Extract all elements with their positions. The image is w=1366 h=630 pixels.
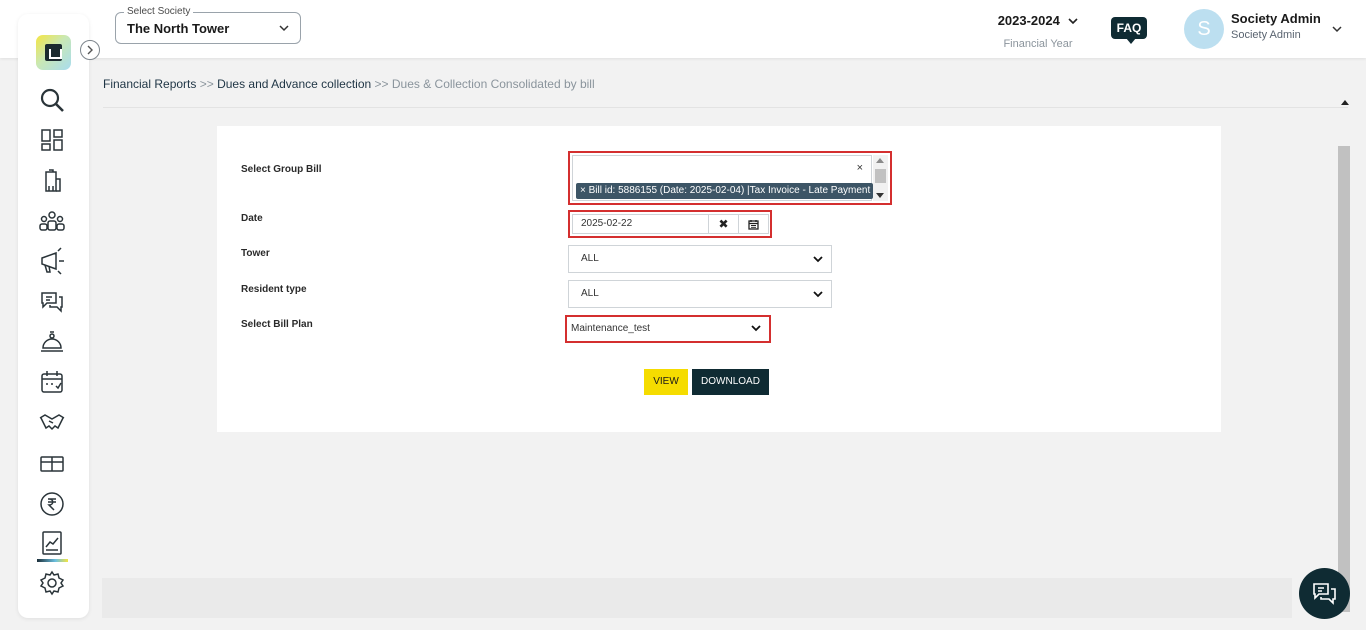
scroll-down-icon[interactable]	[876, 193, 884, 198]
gift-icon[interactable]	[38, 448, 66, 476]
chat-icon	[1313, 583, 1336, 605]
tower-select[interactable]: ALL	[568, 245, 832, 273]
clear-date-icon[interactable]: ✖	[708, 214, 739, 234]
financial-year-label: Financial Year	[1003, 38, 1073, 50]
footer-area	[102, 578, 1292, 618]
breadcrumb-current: Dues & Collection Consolidated by bill	[391, 77, 595, 91]
megaphone-icon[interactable]	[38, 247, 66, 275]
user-role: Society Admin	[1231, 29, 1301, 41]
divider	[103, 107, 1348, 108]
calendar-icon[interactable]	[38, 368, 66, 396]
financial-year-selector[interactable]: 2023-2024 Financial Year	[990, 12, 1086, 50]
breadcrumb-separator: >>	[371, 77, 392, 91]
chevron-down-icon	[1068, 18, 1078, 24]
group-bill-input[interactable]: × × Bill id: 5886155 (Date: 2025-02-04) …	[572, 155, 873, 201]
search-icon[interactable]	[38, 86, 66, 114]
group-bill-label: Select Group Bill	[241, 164, 322, 175]
active-nav-indicator	[37, 559, 68, 562]
date-field: 2025-02-22 ✖	[568, 210, 772, 238]
society-select-value: The North Tower	[127, 21, 230, 36]
group-bill-selected-tag[interactable]: × Bill id: 5886155 (Date: 2025-02-04) |T…	[576, 183, 873, 199]
report-form-card: Select Group Bill × × Bill id: 5886155 (…	[217, 126, 1221, 432]
calendar-picker-icon[interactable]	[738, 214, 769, 234]
support-chat-button[interactable]	[1299, 568, 1350, 619]
chevron-right-icon	[87, 45, 93, 55]
view-button[interactable]: VIEW	[644, 369, 688, 395]
chat-bubbles-icon[interactable]	[38, 287, 66, 315]
reports-chart-icon[interactable]	[38, 529, 66, 557]
financial-year-value: 2023-2024	[997, 13, 1060, 28]
breadcrumb-dues-advance[interactable]: Dues and Advance collection	[217, 77, 371, 91]
date-input[interactable]: 2025-02-22	[572, 214, 709, 234]
building-icon[interactable]	[38, 167, 66, 195]
breadcrumb-financial-reports[interactable]: Financial Reports	[103, 77, 196, 91]
chevron-down-icon	[813, 291, 823, 298]
people-icon[interactable]	[38, 207, 66, 235]
date-label: Date	[241, 213, 263, 224]
chevron-down-icon	[279, 25, 289, 32]
chevron-down-icon	[813, 256, 823, 263]
society-select[interactable]: Select Society The North Tower	[115, 6, 301, 44]
dashboard-icon[interactable]	[38, 126, 66, 154]
user-menu-chevron-icon[interactable]	[1331, 23, 1343, 35]
bill-plan-select[interactable]: Maintenance_test	[565, 315, 771, 343]
chevron-down-icon	[751, 325, 761, 332]
group-bill-clear-icon[interactable]: ×	[857, 162, 863, 174]
scrollbar[interactable]	[1338, 146, 1350, 612]
download-button[interactable]: DOWNLOAD	[692, 369, 769, 395]
rupee-icon[interactable]	[38, 490, 66, 518]
scroll-up-icon[interactable]	[876, 158, 884, 163]
scroll-up-arrow[interactable]	[1341, 100, 1349, 105]
resident-type-select[interactable]: ALL	[568, 280, 832, 308]
service-bell-icon[interactable]	[38, 328, 66, 356]
resident-type-select-value: ALL	[581, 288, 599, 299]
sidebar-collapse-button[interactable]	[80, 40, 100, 60]
breadcrumb-separator: >>	[196, 77, 218, 91]
avatar[interactable]: S	[1184, 9, 1224, 49]
user-name: Society Admin	[1231, 11, 1321, 26]
breadcrumb: Financial Reports >> Dues and Advance co…	[103, 77, 595, 91]
tower-select-value: ALL	[581, 253, 599, 264]
gear-icon[interactable]	[38, 569, 66, 597]
resident-type-label: Resident type	[241, 284, 307, 295]
handshake-icon[interactable]	[38, 408, 66, 436]
scroll-thumb[interactable]	[875, 169, 886, 183]
top-header: Select Society The North Tower 2023-2024…	[0, 0, 1366, 58]
bill-plan-select-value: Maintenance_test	[571, 323, 650, 334]
society-select-legend: Select Society	[124, 6, 194, 18]
tower-label: Tower	[241, 248, 270, 259]
group-bill-multiselect[interactable]: × × Bill id: 5886155 (Date: 2025-02-04) …	[568, 151, 892, 205]
app-logo[interactable]	[36, 35, 71, 70]
faq-button[interactable]: FAQ	[1111, 17, 1147, 44]
group-bill-scrollbar[interactable]	[873, 155, 888, 201]
bill-plan-label: Select Bill Plan	[241, 319, 313, 330]
